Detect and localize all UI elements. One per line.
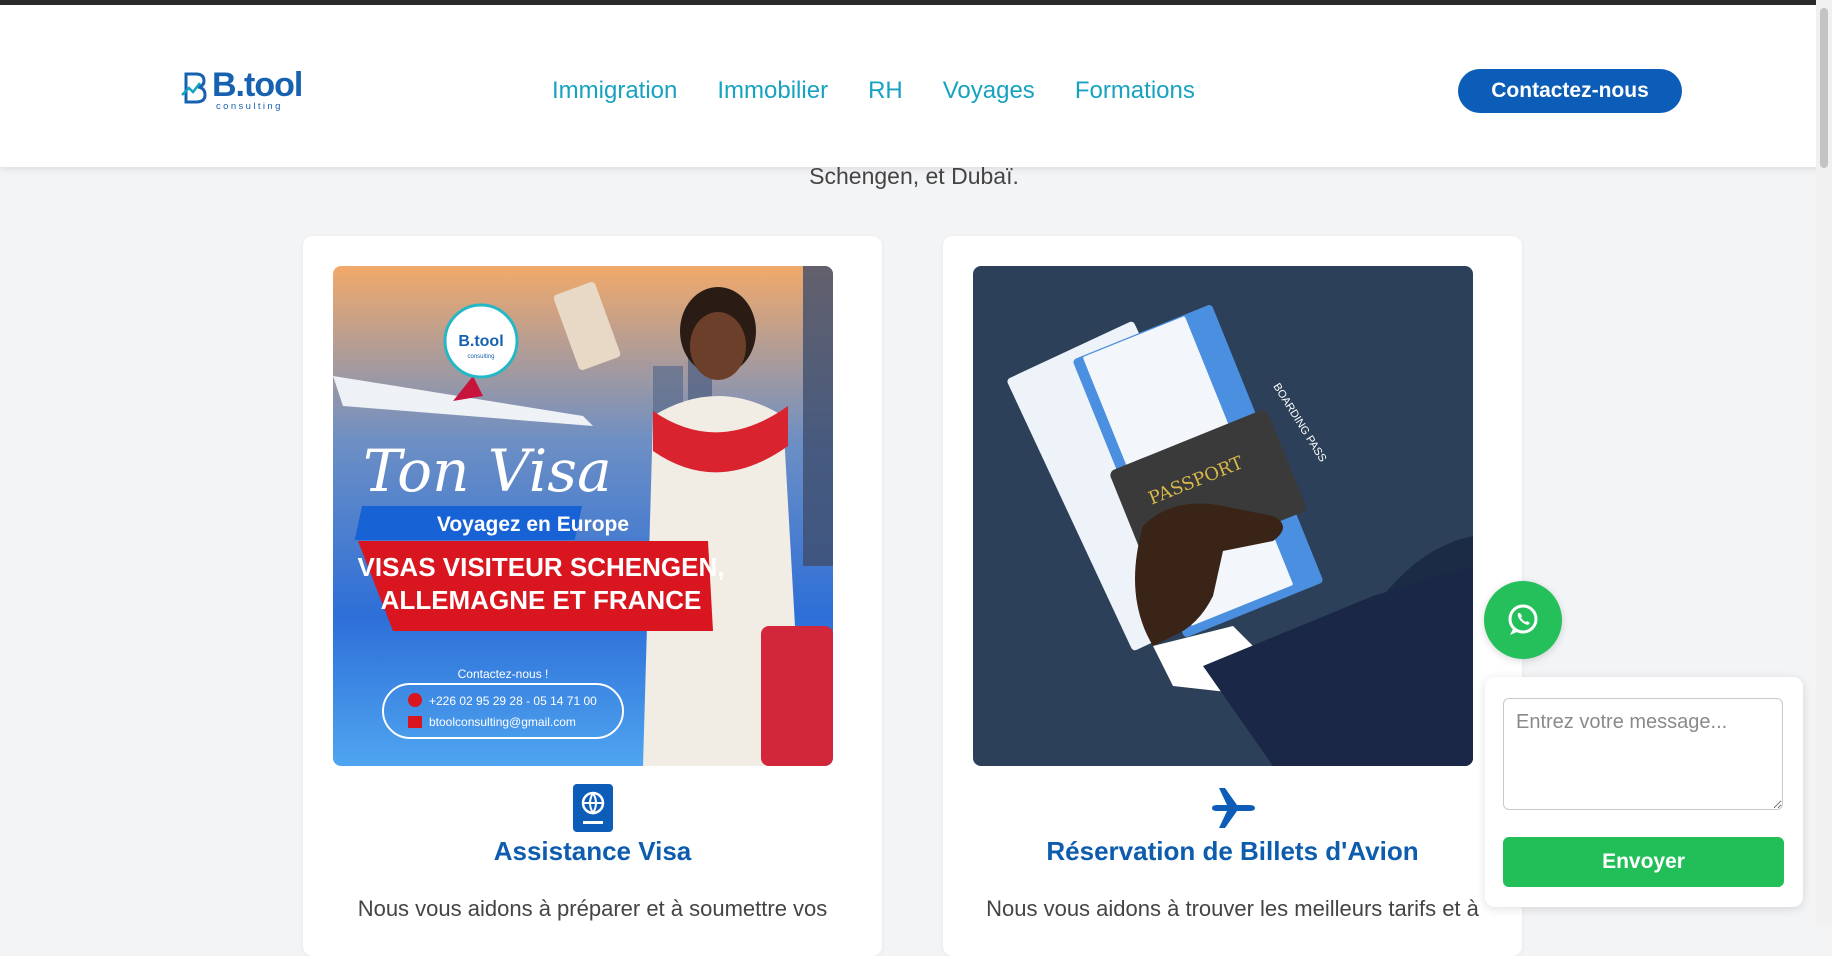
promo-email-icon	[408, 716, 422, 728]
main-nav: Immigration Immobilier RH Voyages Format…	[552, 74, 1195, 108]
card-text-visa: Nous vous aidons à préparer et à soumett…	[357, 896, 828, 921]
service-card-visa: B.tool consulting Ton Visa Voyagez en Eu…	[303, 236, 882, 956]
promo-logo-name: B.tool	[458, 333, 503, 350]
promo-banner-line1: VISAS VISITEUR SCHENGEN,	[358, 552, 725, 582]
logo-name: B.tool	[212, 66, 303, 104]
chat-widget: Envoyer	[1485, 677, 1803, 907]
whatsapp-icon	[1508, 604, 1538, 635]
logo-subtitle: consulting	[216, 101, 283, 112]
promo-email: btoolconsulting@gmail.com	[429, 715, 576, 729]
promo-script-title: Ton Visa	[363, 437, 612, 505]
nav-immigration[interactable]: Immigration	[552, 74, 677, 108]
logo[interactable]: B.tool consulting	[180, 65, 303, 115]
passport-icon	[303, 784, 882, 832]
promo-phone: +226 02 95 29 28 - 05 14 71 00	[429, 694, 597, 708]
send-button[interactable]: Envoyer	[1503, 837, 1784, 887]
promo-phone-icon	[408, 693, 422, 707]
intro-text: Schengen, et Dubaï.	[809, 163, 1019, 189]
promo-banner-top: Voyagez en Europe	[437, 513, 629, 536]
logo-mark-icon	[181, 72, 207, 104]
plane-icon	[943, 784, 1522, 832]
nav-immobilier[interactable]: Immobilier	[717, 74, 828, 108]
promo-banner-line2: ALLEMAGNE ET FRANCE	[381, 585, 702, 615]
nav-formations[interactable]: Formations	[1075, 74, 1195, 108]
card-title-visa: Assistance Visa	[493, 836, 692, 866]
service-card-flights: BOARDING PASS PASSPORT Réservation de Bi…	[943, 236, 1522, 956]
page-scrollbar[interactable]	[1816, 0, 1832, 927]
card-text-flights: Nous vous aidons à trouver les meilleurs…	[986, 896, 1479, 921]
nav-rh[interactable]: RH	[868, 74, 903, 108]
visa-promo-image: B.tool consulting Ton Visa Voyagez en Eu…	[333, 266, 833, 766]
message-input[interactable]	[1503, 698, 1783, 810]
nav-voyages[interactable]: Voyages	[943, 74, 1035, 108]
promo-contact-label: Contactez-nous !	[458, 667, 549, 681]
card-title-flights: Réservation de Billets d'Avion	[1046, 836, 1419, 866]
site-header: B.tool consulting Immigration Immobilier…	[0, 5, 1828, 167]
flight-tickets-image: BOARDING PASS PASSPORT	[973, 266, 1473, 766]
scrollbar-thumb[interactable]	[1820, 8, 1828, 168]
promo-logo-sub: consulting	[467, 354, 494, 360]
whatsapp-button[interactable]	[1484, 581, 1562, 659]
contact-button[interactable]: Contactez-nous	[1458, 69, 1682, 113]
